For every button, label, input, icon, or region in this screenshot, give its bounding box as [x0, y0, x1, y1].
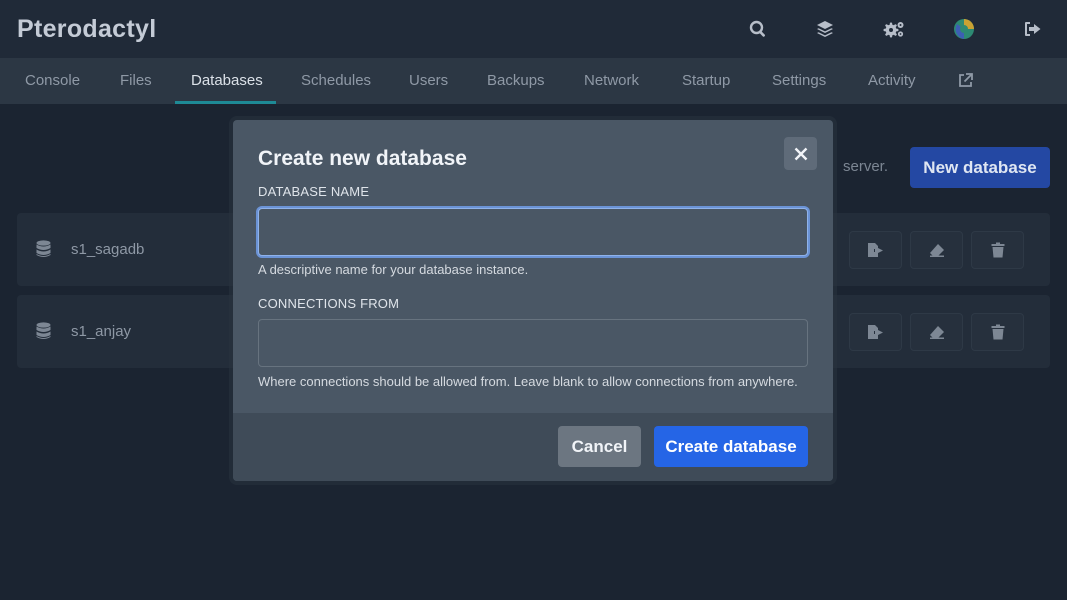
avatar[interactable]: [949, 14, 979, 44]
connections-from-label: CONNECTIONS FROM: [258, 296, 400, 311]
modal-footer: Cancel Create database: [233, 413, 833, 481]
brand-title[interactable]: Pterodactyl: [17, 15, 156, 44]
modal-title: Create new database: [258, 147, 467, 170]
connections-from-input[interactable]: [258, 319, 808, 367]
database-name-label: DATABASE NAME: [258, 184, 370, 199]
layers-icon[interactable]: [810, 14, 840, 44]
server-subnav: Console Files Databases Schedules Users …: [0, 58, 1067, 104]
sign-out-icon[interactable]: [1018, 14, 1048, 44]
top-bar: Pterodactyl: [0, 0, 1067, 58]
search-icon[interactable]: [743, 14, 773, 44]
database-name-help: A descriptive name for your database ins…: [258, 262, 529, 277]
tab-network[interactable]: Network: [584, 58, 639, 104]
create-database-button[interactable]: Create database: [654, 426, 808, 467]
tab-startup[interactable]: Startup: [682, 58, 730, 104]
tab-console[interactable]: Console: [25, 58, 80, 104]
connections-from-help: Where connections should be allowed from…: [258, 374, 798, 389]
tab-settings[interactable]: Settings: [772, 58, 826, 104]
tab-files[interactable]: Files: [120, 58, 152, 104]
cancel-button[interactable]: Cancel: [558, 426, 641, 467]
database-name-input[interactable]: [258, 208, 808, 256]
tab-schedules[interactable]: Schedules: [301, 58, 371, 104]
create-database-modal: Create new database DATABASE NAME A desc…: [233, 120, 833, 481]
tab-activity[interactable]: Activity: [868, 58, 916, 104]
external-link-icon[interactable]: [958, 73, 973, 89]
tab-users[interactable]: Users: [409, 58, 448, 104]
close-button[interactable]: [784, 137, 817, 170]
tab-databases[interactable]: Databases: [191, 58, 263, 104]
cogs-icon[interactable]: [879, 14, 909, 44]
close-icon: [794, 147, 807, 160]
tab-backups[interactable]: Backups: [487, 58, 545, 104]
